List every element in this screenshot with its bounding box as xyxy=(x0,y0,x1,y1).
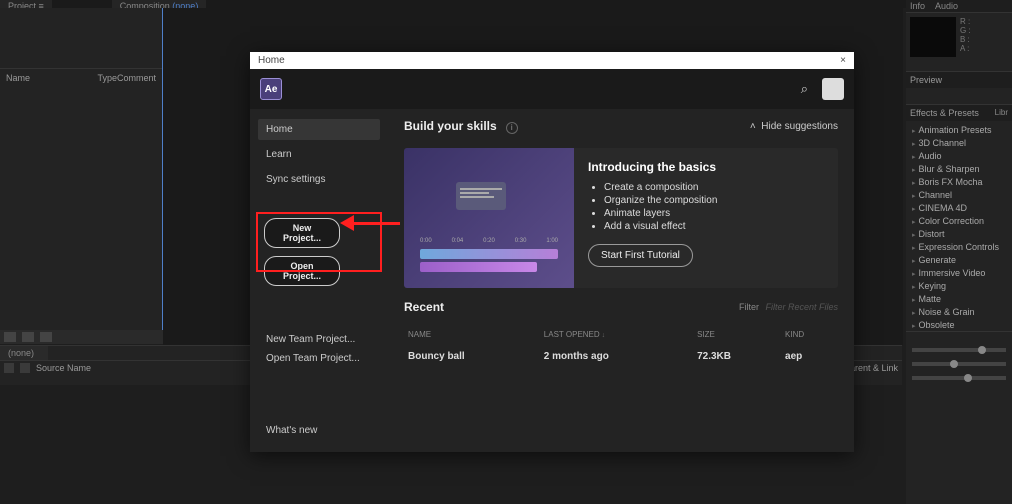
col-comment[interactable]: Comment xyxy=(117,73,156,83)
nav-home[interactable]: Home xyxy=(258,119,380,140)
info-tab[interactable]: Info xyxy=(910,1,925,11)
effects-category[interactable]: Boris FX Mocha xyxy=(906,175,1012,188)
slider-2[interactable] xyxy=(912,362,1006,366)
new-comp-icon[interactable] xyxy=(22,332,34,342)
col-last-opened[interactable]: LAST OPENED↓ xyxy=(540,324,693,345)
effects-category[interactable]: Color Correction xyxy=(906,214,1012,227)
effects-category[interactable]: Expression Controls xyxy=(906,240,1012,253)
basics-item: Add a visual effect xyxy=(604,221,824,232)
home-title: Home xyxy=(258,55,285,66)
search-icon[interactable] xyxy=(20,363,30,373)
effects-category[interactable]: Distort xyxy=(906,227,1012,240)
basics-item: Animate layers xyxy=(604,208,824,219)
sort-icon: ↓ xyxy=(602,332,606,339)
effects-category[interactable]: Noise & Grain xyxy=(906,305,1012,318)
nav-sync-settings[interactable]: Sync settings xyxy=(258,169,380,190)
project-tab[interactable]: Project ≡ xyxy=(0,0,52,8)
caret-up-icon: ˄ xyxy=(750,121,756,132)
sliders-panel xyxy=(906,331,1012,396)
timeline-tab[interactable]: (none) xyxy=(0,346,48,360)
effects-category[interactable]: Generate xyxy=(906,253,1012,266)
col-name[interactable]: NAME xyxy=(404,324,540,345)
basics-item: Create a composition xyxy=(604,182,824,193)
ruler-tick: 0:00 xyxy=(420,238,432,246)
ruler-tick: 0:04 xyxy=(452,238,464,246)
composition-tab[interactable]: Composition (none) xyxy=(112,0,207,8)
ruler-tick: 0:20 xyxy=(483,238,495,246)
effects-category[interactable]: Blur & Sharpen xyxy=(906,162,1012,175)
info-icon[interactable]: i xyxy=(506,122,518,134)
effects-category[interactable]: CINEMA 4D xyxy=(906,201,1012,214)
hide-suggestions-toggle[interactable]: ˄ Hide suggestions xyxy=(750,121,838,132)
hide-suggestions-label: Hide suggestions xyxy=(761,121,838,132)
whats-new-link[interactable]: What's new xyxy=(266,425,317,436)
ruler-tick: 0:30 xyxy=(515,238,527,246)
right-panels: InfoAudio R : G : B : A : Preview Effect… xyxy=(906,0,1012,504)
recent-title: Recent xyxy=(404,300,444,314)
annotation-arrow xyxy=(340,215,400,231)
effects-category[interactable]: Audio xyxy=(906,149,1012,162)
filter-input[interactable]: Filter Recent Files xyxy=(765,302,838,312)
build-skills-title: Build your skills xyxy=(404,119,497,133)
effects-category[interactable]: Channel xyxy=(906,188,1012,201)
home-dialog: Home × Ae ⌕ Home Learn Sync settings New… xyxy=(250,52,854,452)
audio-tab[interactable]: Audio xyxy=(935,1,958,11)
timecode-button[interactable] xyxy=(4,363,14,373)
filter-label: Filter xyxy=(739,302,759,312)
cell-kind: aep xyxy=(781,345,838,368)
folder-icon[interactable] xyxy=(4,332,16,342)
slider-1[interactable] xyxy=(912,348,1006,352)
ae-logo-icon: Ae xyxy=(260,78,282,100)
table-row[interactable]: Bouncy ball 2 months ago 72.3KB aep xyxy=(404,345,838,368)
effects-category[interactable]: Animation Presets xyxy=(906,123,1012,136)
cell-size: 72.3KB xyxy=(693,345,781,368)
project-toolbar xyxy=(0,330,163,344)
effects-presets-tab[interactable]: Effects & Presets xyxy=(910,108,979,118)
close-icon[interactable]: × xyxy=(840,55,846,66)
effects-category[interactable]: 3D Channel xyxy=(906,136,1012,149)
open-team-project-link[interactable]: Open Team Project... xyxy=(258,349,380,368)
new-team-project-link[interactable]: New Team Project... xyxy=(258,330,380,349)
basics-item: Organize the composition xyxy=(604,195,824,206)
skills-card: 0:00 0:04 0:20 0:30 1:00 Introducing the bas… xyxy=(404,148,838,288)
cell-name: Bouncy ball xyxy=(404,345,540,368)
nav-learn[interactable]: Learn xyxy=(258,144,380,165)
slider-3[interactable] xyxy=(912,376,1006,380)
project-panel: Name Type Comment xyxy=(0,8,163,340)
start-tutorial-button[interactable]: Start First Tutorial xyxy=(588,244,693,267)
cell-opened: 2 months ago xyxy=(540,345,693,368)
card-title: Introducing the basics xyxy=(588,160,824,174)
libraries-tab[interactable]: Libr xyxy=(995,108,1008,118)
card-thumbnail: 0:00 0:04 0:20 0:30 1:00 xyxy=(404,148,574,288)
col-kind[interactable]: KIND xyxy=(781,324,838,345)
effects-list[interactable]: Animation Presets3D ChannelAudioBlur & S… xyxy=(906,121,1012,331)
search-icon[interactable]: ⌕ xyxy=(801,81,808,97)
effects-category[interactable]: Immersive Video xyxy=(906,266,1012,279)
ruler-tick: 1:00 xyxy=(546,238,558,246)
trash-icon[interactable] xyxy=(40,332,52,342)
col-type[interactable]: Type xyxy=(97,73,117,83)
effects-category[interactable]: Keying xyxy=(906,279,1012,292)
col-size[interactable]: SIZE xyxy=(693,324,781,345)
col-name[interactable]: Name xyxy=(6,73,97,83)
effects-category[interactable]: Obsolete xyxy=(906,318,1012,331)
color-swatch xyxy=(910,17,956,57)
preview-tab[interactable]: Preview xyxy=(910,75,942,85)
effects-category[interactable]: Matte xyxy=(906,292,1012,305)
avatar[interactable] xyxy=(822,78,844,100)
recent-table: NAME LAST OPENED↓ SIZE KIND Bouncy ball … xyxy=(404,324,838,368)
